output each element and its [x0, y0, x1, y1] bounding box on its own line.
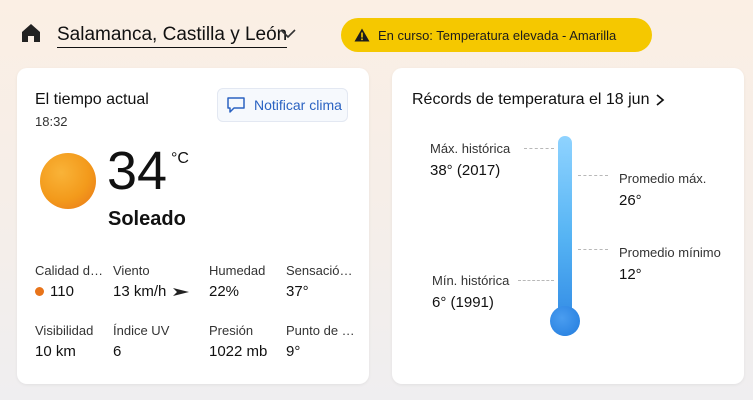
avg-max-value: 26°: [619, 192, 642, 209]
current-weather-card: El tiempo actual 18:32 Notificar clima 3…: [17, 68, 369, 384]
metric-uv-index[interactable]: Índice UV 6: [113, 323, 185, 360]
dash-line: [578, 175, 608, 176]
metric-label: Viento: [113, 263, 150, 278]
temperature-records-card: Récords de temperatura el 18 jun Máx. hi…: [392, 68, 744, 384]
metric-value: 37°: [286, 283, 309, 300]
sunny-icon: [40, 153, 96, 209]
record-min-value: 6° (1991): [432, 294, 494, 311]
alert-text: En curso: Temperatura elevada - Amarilla: [378, 27, 617, 43]
home-icon[interactable]: [20, 22, 42, 44]
metric-value: 22%: [209, 283, 240, 300]
metric-value: 13 km/h: [113, 283, 167, 300]
metric-label: Índice UV: [113, 323, 170, 338]
metric-value: 6: [113, 343, 122, 360]
record-max-value: 38° (2017): [430, 162, 501, 179]
metric-visibility[interactable]: Visibilidad 10 km: [35, 323, 107, 360]
chevron-down-icon[interactable]: [279, 28, 297, 40]
record-max-label: Máx. histórica: [430, 141, 511, 156]
metric-label: Punto de rocío: [286, 323, 358, 338]
thermometer-bulb: [550, 306, 580, 336]
warning-icon: [354, 28, 370, 42]
wind-direction-icon: [173, 287, 190, 296]
weather-condition: Soleado: [108, 208, 186, 230]
notify-weather-label: Notificar clima: [254, 97, 342, 113]
avg-max-label: Promedio máx.: [619, 171, 707, 186]
avg-min-label: Promedio mínimo: [619, 245, 721, 260]
metric-dew-point[interactable]: Punto de rocío 9°: [286, 323, 358, 360]
weather-alert-badge[interactable]: En curso: Temperatura elevada - Amarilla: [341, 18, 652, 52]
metric-air-quality[interactable]: Calidad del aire 110: [35, 263, 107, 300]
dash-line: [524, 148, 554, 149]
avg-min-value: 12°: [619, 266, 642, 283]
chevron-right-icon: [656, 94, 665, 106]
metric-label: Sensación térmica: [286, 263, 358, 278]
records-title[interactable]: Récords de temperatura el 18 jun: [412, 91, 665, 109]
observation-time: 18:32: [35, 114, 68, 129]
current-temperature: 34: [107, 141, 168, 201]
metric-label: Humedad: [209, 263, 266, 278]
records-title-text: Récords de temperatura el 18 jun: [412, 91, 650, 108]
metric-value: 10 km: [35, 343, 76, 360]
dash-line: [518, 280, 554, 281]
temperature-unit: °C: [171, 150, 189, 167]
air-quality-dot-icon: [35, 287, 44, 296]
metric-label: Presión: [209, 323, 254, 338]
location-selector[interactable]: Salamanca, Castilla y León: [57, 24, 288, 48]
metric-value: 1022 mb: [209, 343, 268, 360]
metric-wind[interactable]: Viento 13 km/h: [113, 263, 199, 300]
metric-humidity[interactable]: Humedad 22%: [209, 263, 281, 300]
notify-weather-button[interactable]: Notificar clima: [217, 88, 348, 122]
metric-feels-like[interactable]: Sensación térmica 37°: [286, 263, 358, 300]
dash-line: [578, 249, 608, 250]
metric-label: Calidad del aire: [35, 263, 107, 278]
current-weather-title: El tiempo actual: [35, 91, 149, 108]
metric-value: 110: [50, 283, 74, 300]
metric-value: 9°: [286, 343, 301, 360]
metric-pressure[interactable]: Presión 1022 mb: [209, 323, 281, 360]
record-min-label: Mín. histórica: [432, 273, 510, 288]
metric-label: Visibilidad: [35, 323, 94, 338]
chat-icon: [227, 97, 245, 113]
